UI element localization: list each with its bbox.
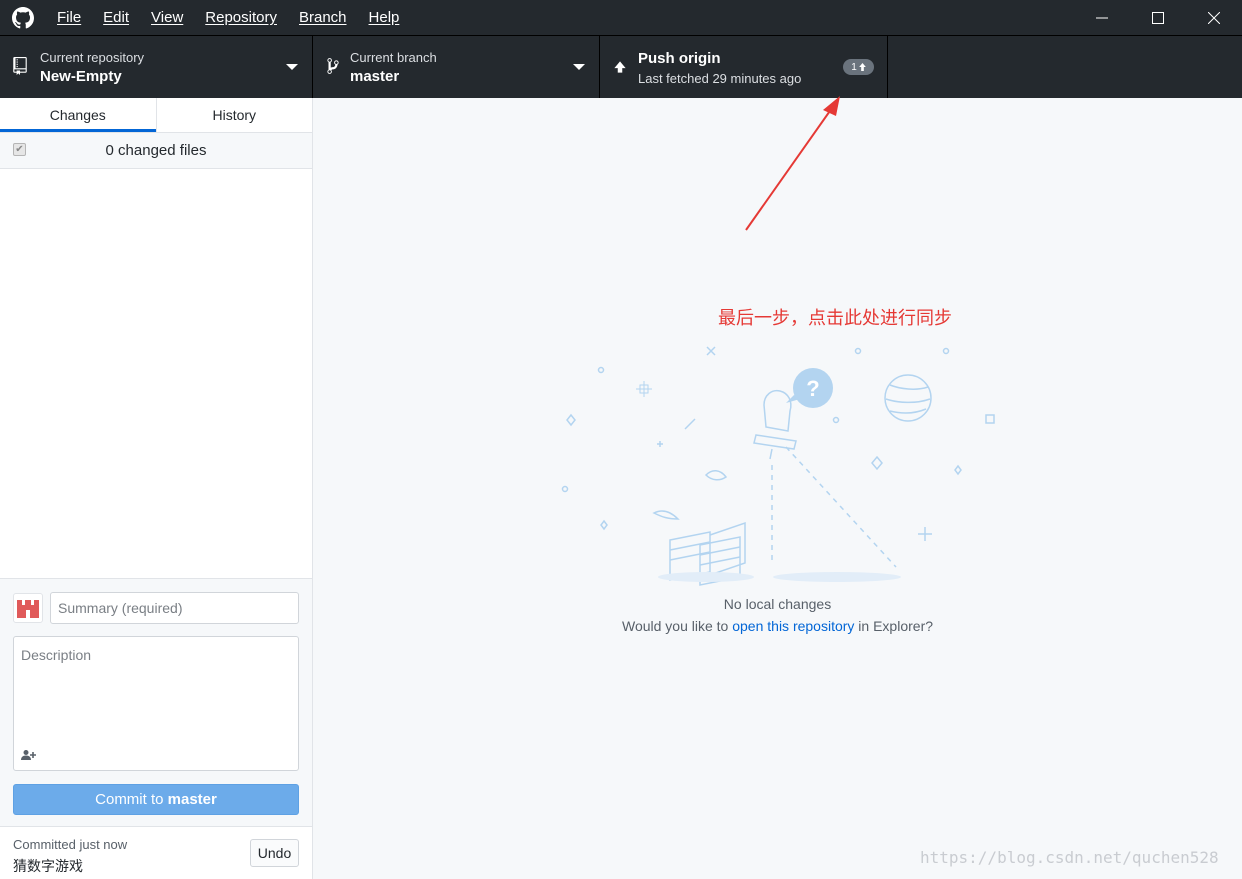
repository-label: Current repository (40, 50, 145, 65)
current-repository-button[interactable]: Current repository New-Empty (0, 36, 313, 98)
branch-name: master (350, 68, 400, 85)
branch-icon (327, 58, 339, 74)
description-box (13, 636, 299, 771)
chevron-down-icon (286, 64, 298, 70)
chevron-down-icon (573, 64, 585, 70)
changed-files-count: 0 changed files (105, 142, 207, 159)
window-controls (1074, 0, 1242, 35)
commit-button-branch: master (167, 791, 217, 808)
maximize-icon (1152, 11, 1164, 24)
current-branch-button[interactable]: Current branch master (313, 36, 600, 98)
tab-bar: Changes History (0, 98, 312, 133)
close-button[interactable] (1186, 0, 1242, 35)
minimize-icon (1096, 17, 1108, 18)
open-repository-link[interactable]: open this repository (732, 618, 854, 634)
github-logo-icon (12, 6, 34, 28)
menu-repository[interactable]: Repository (194, 0, 288, 35)
minimize-button[interactable] (1074, 0, 1130, 35)
open-repository-text: Would you like to open this repository i… (313, 618, 1242, 634)
last-fetched-text: Last fetched 29 minutes ago (638, 71, 802, 86)
arrow-up-icon (858, 63, 866, 71)
menu-bar: File Edit View Repository Branch Help (46, 0, 410, 35)
menu-edit[interactable]: Edit (92, 0, 140, 35)
avatar-identicon (17, 600, 39, 618)
commit-form: Commit to master (0, 578, 312, 826)
menu-view[interactable]: View (140, 0, 194, 35)
undo-button[interactable]: Undo (250, 839, 299, 867)
menu-branch[interactable]: Branch (288, 0, 358, 35)
maximize-button[interactable] (1130, 0, 1186, 35)
toolbar: Current repository New-Empty Current bra… (0, 35, 1242, 98)
tab-changes[interactable]: Changes (0, 98, 156, 132)
last-commit-time: Committed just now (13, 837, 128, 852)
summary-input[interactable] (50, 592, 299, 624)
title-bar: File Edit View Repository Branch Help (0, 0, 1242, 35)
annotation-text: 最后一步，点击此处进行同步 (718, 308, 952, 329)
commit-button[interactable]: Commit to master (13, 784, 299, 815)
ahead-count: 1 (851, 61, 857, 73)
arrow-up-icon (614, 61, 626, 73)
commit-button-prefix: Commit to (95, 791, 168, 808)
open-prefix: Would you like to (621, 618, 733, 634)
avatar (13, 593, 43, 623)
no-changes-illustration: ? (561, 346, 995, 586)
menu-file[interactable]: File (46, 0, 92, 35)
watermark: https://blog.csdn.net/quchen528 (920, 848, 1219, 867)
ahead-count-badge: 1 (843, 59, 874, 75)
sidebar: Changes History ✔ 0 changed files Summar… (0, 98, 313, 879)
repository-icon (13, 57, 27, 75)
add-coauthor-icon[interactable] (21, 749, 37, 761)
close-icon (1208, 11, 1220, 24)
no-changes-title: No local changes (723, 596, 832, 612)
push-title: Push origin (638, 50, 721, 67)
changes-header: ✔ 0 changed files (0, 133, 312, 169)
menu-help[interactable]: Help (358, 0, 411, 35)
description-input[interactable] (14, 637, 298, 737)
last-commit-message: 猜数字游戏 (13, 858, 83, 874)
last-commit-panel: Committed just now 猜数字游戏 Undo (0, 826, 312, 879)
tab-history[interactable]: History (155, 98, 313, 132)
svg-text:?: ? (806, 376, 819, 401)
branch-label: Current branch (350, 50, 437, 65)
open-suffix: in Explorer? (854, 618, 934, 634)
repository-name: New-Empty (40, 68, 122, 85)
